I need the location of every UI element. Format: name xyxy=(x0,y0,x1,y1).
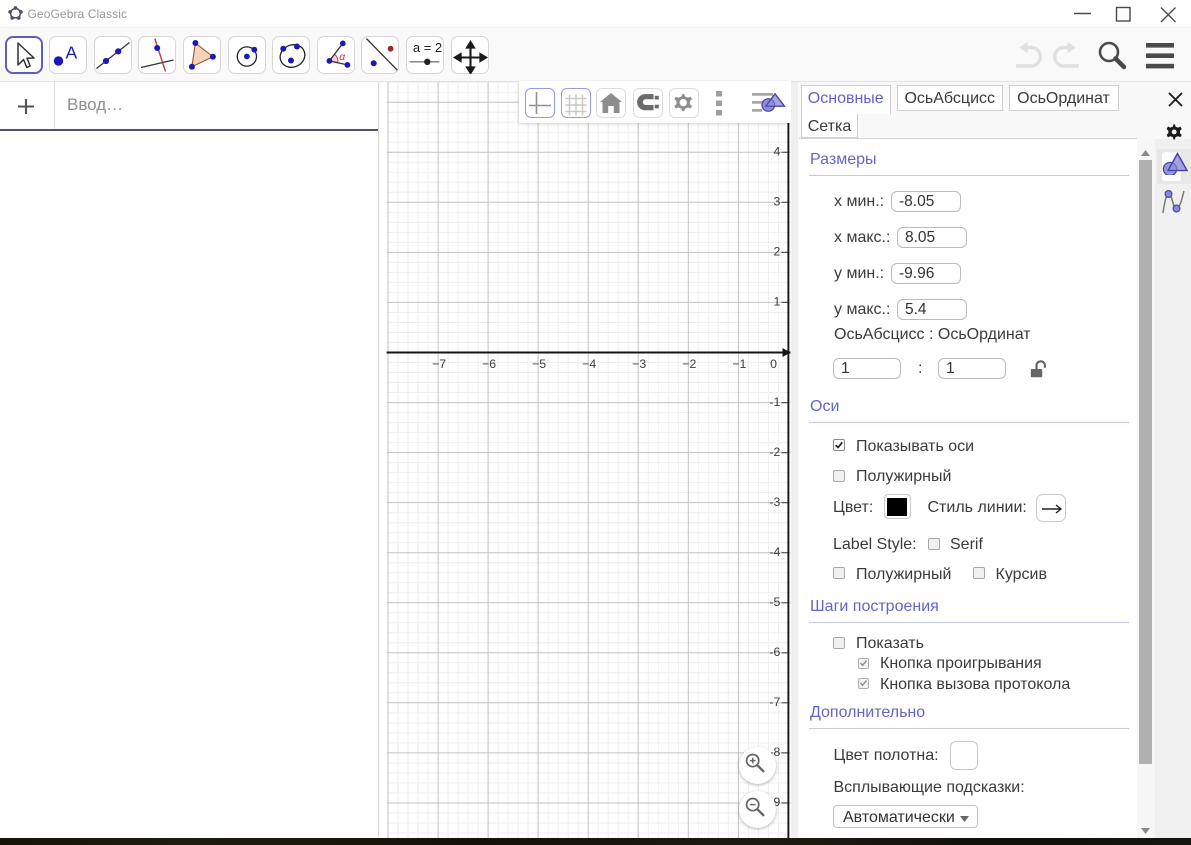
svg-text:a = 2: a = 2 xyxy=(413,40,442,55)
svg-text:−5: −5 xyxy=(532,357,546,371)
svg-text:-2: -2 xyxy=(769,445,780,459)
svg-text:-4: -4 xyxy=(769,545,780,559)
svg-text:-5: -5 xyxy=(769,595,780,609)
svg-text:−3: −3 xyxy=(632,357,646,371)
svg-text:α: α xyxy=(339,51,346,63)
svg-text:1: 1 xyxy=(773,295,780,309)
svg-text:−1: −1 xyxy=(732,357,746,371)
svg-text:-1: -1 xyxy=(769,395,780,409)
svg-text:-7: -7 xyxy=(769,695,780,709)
svg-text:2: 2 xyxy=(773,245,780,259)
svg-text:-3: -3 xyxy=(769,495,780,509)
svg-text:−4: −4 xyxy=(582,357,596,371)
svg-text:-6: -6 xyxy=(769,645,780,659)
svg-text:−2: −2 xyxy=(682,357,696,371)
svg-text:−6: −6 xyxy=(482,357,496,371)
svg-text:0: 0 xyxy=(770,357,777,371)
svg-text:−7: −7 xyxy=(432,357,446,371)
svg-text:4: 4 xyxy=(773,145,780,159)
svg-text:A: A xyxy=(66,42,78,62)
svg-text:3: 3 xyxy=(773,195,780,209)
